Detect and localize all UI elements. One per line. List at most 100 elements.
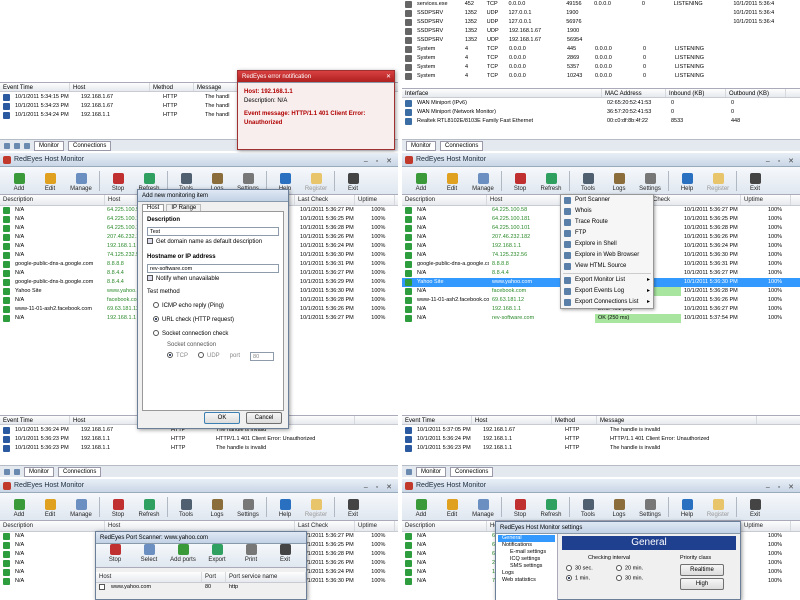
tab-monitor[interactable]: Monitor	[34, 140, 65, 151]
toolbar-stop-button[interactable]: Stop	[507, 494, 533, 520]
connection-row[interactable]: System 4 TCP 0.0.0.0 10243 0.0.0.0 0 LISTENING	[402, 72, 800, 81]
scanner-add-ports-button[interactable]: Add ports	[168, 543, 198, 565]
close-icon[interactable]: ✕	[386, 71, 391, 83]
toolbar-edit-button[interactable]: Edit	[37, 168, 63, 194]
menu-item-export-events-log[interactable]: Export Events Log ▸	[561, 286, 653, 297]
scanner-select-button[interactable]: Select	[134, 543, 164, 565]
toolbar-refresh-button[interactable]: Refresh	[538, 494, 564, 520]
col-uptime[interactable]: Uptime	[355, 521, 395, 531]
tab-connections[interactable]: Connections	[450, 466, 494, 477]
connection-row[interactable]: System 4 TCP 0.0.0.0 2869 0.0.0.0 0 LISTENING	[402, 54, 800, 63]
method-url-radio[interactable]: URL check (HTTP request)	[153, 316, 279, 325]
settings-tree-item[interactable]: E-mail settings	[498, 549, 555, 556]
menu-item-ftp[interactable]: FTP	[561, 228, 653, 239]
tab-monitor[interactable]: Monitor	[416, 466, 447, 477]
toolbar-refresh-button[interactable]: Refresh	[136, 494, 162, 520]
toolbar-stop-button[interactable]: Stop	[105, 168, 131, 194]
settings-tree-item[interactable]: Notifications	[498, 542, 555, 549]
toolbar-manage-button[interactable]: Manage	[68, 494, 94, 520]
col-description[interactable]: Description	[0, 195, 105, 205]
settings-tree-item[interactable]: SMS settings	[498, 563, 555, 570]
event-row[interactable]: 10/1/2011 5:36:23 PM 192.168.1.1 HTTP The h…	[402, 444, 800, 453]
port-scanner-row[interactable]: www.yahoo.com 80 http	[96, 583, 306, 592]
scanner-print-button[interactable]: Print	[236, 543, 266, 565]
toolbar-refresh-button[interactable]: Refresh	[538, 168, 564, 194]
priority-high[interactable]: High	[680, 578, 724, 590]
tab-ip-range[interactable]: IP Range	[166, 204, 202, 211]
toolbar-edit-button[interactable]: Edit	[439, 494, 465, 520]
scanner-export-button[interactable]: Export	[202, 543, 232, 565]
toolbar-manage-button[interactable]: Manage	[470, 494, 496, 520]
toolbar-logs-button[interactable]: Logs	[606, 494, 632, 520]
col-description[interactable]: Description	[0, 521, 105, 531]
toolbar-register-button[interactable]: Register	[705, 494, 731, 520]
event-row[interactable]: 10/1/2011 5:36:23 PM 192.168.1.1 HTTP HTTP/…	[0, 435, 398, 444]
priority-realtime[interactable]: Realtime	[680, 564, 724, 576]
toolbar-add-button[interactable]: Add	[6, 494, 32, 520]
connection-row[interactable]: System 4 TCP 0.0.0.0 445 0.0.0.0 0 LISTENING	[402, 45, 800, 54]
toolbar-manage-button[interactable]: Manage	[68, 168, 94, 194]
toolbar-stop-button[interactable]: Stop	[105, 494, 131, 520]
connection-row[interactable]: SSDPSRV 1352 UDP 127.0.0.1 56976 10/1/2011 5:…	[402, 18, 800, 27]
toolbar-help-button[interactable]: Help	[272, 494, 298, 520]
col-outbound[interactable]: Outbound (KB)	[726, 89, 786, 97]
interval-20m[interactable]: 20 min.	[616, 565, 666, 571]
toolbar-add-button[interactable]: Add	[6, 168, 32, 194]
col-event-time[interactable]: Event Time	[0, 83, 70, 91]
interval-30m[interactable]: 30 min.	[616, 575, 666, 582]
col-last-check[interactable]: Last Check	[295, 195, 355, 205]
toolbar-register-button[interactable]: Register	[303, 494, 329, 520]
toolbar-edit-button[interactable]: Edit	[37, 494, 63, 520]
col-mac[interactable]: MAC Address	[602, 89, 666, 97]
col-uptime[interactable]: Uptime	[741, 195, 791, 205]
toolbar-settings-button[interactable]: Settings	[637, 494, 663, 520]
window-controls[interactable]: – ▫ ✕	[364, 481, 395, 495]
col-last-check[interactable]: Last Check	[295, 521, 355, 531]
monitor-row[interactable]: N/A rev-software.com OK (250 ms) 10/1/2011 …	[402, 314, 800, 323]
tab-host[interactable]: Host	[142, 204, 165, 211]
event-row[interactable]: 10/1/2011 5:37:05 PM 192.168.1.67 HTTP The …	[402, 426, 800, 435]
toolbar-settings-button[interactable]: Settings	[235, 494, 261, 520]
cancel-button[interactable]: Cancel	[246, 412, 282, 424]
toolbar-register-button[interactable]: Register	[705, 168, 731, 194]
toolbar-exit-button[interactable]: Exit	[742, 168, 768, 194]
tcp-radio[interactable]: TCP	[167, 352, 188, 361]
col-host[interactable]: Host	[472, 416, 552, 424]
event-row[interactable]: 10/1/2011 5:36:24 PM 192.168.1.1 HTTP HTTP/…	[402, 435, 800, 444]
method-socket-radio[interactable]: Socket connection check	[153, 330, 279, 339]
toolbar-logs-button[interactable]: Logs	[606, 168, 632, 194]
col-method[interactable]: Method	[150, 83, 194, 91]
col-event-time[interactable]: Event Time	[402, 416, 472, 424]
col-uptime[interactable]: Uptime	[355, 195, 395, 205]
col-inbound[interactable]: Inbound (KB)	[666, 89, 726, 97]
settings-tree-item[interactable]: General	[498, 535, 555, 542]
tab-connections[interactable]: Connections	[68, 140, 112, 151]
col-message[interactable]: Message	[597, 416, 757, 424]
toolbar-tools-button[interactable]: Tools	[173, 494, 199, 520]
toolbar-add-button[interactable]: Add	[408, 168, 434, 194]
toolbar-add-button[interactable]: Add	[408, 494, 434, 520]
adapter-row[interactable]: WAN Miniport (IPv6) 02:65:20:52:41:53 0 0	[402, 99, 800, 108]
toolbar-exit-button[interactable]: Exit	[340, 494, 366, 520]
settings-tree-item[interactable]: ICQ settings	[498, 556, 555, 563]
menu-item-view-html-source[interactable]: View HTML Source	[561, 261, 653, 272]
toolbar-logs-button[interactable]: Logs	[204, 494, 230, 520]
toolbar-settings-button[interactable]: Settings	[637, 168, 663, 194]
tab-monitor[interactable]: Monitor	[406, 140, 437, 151]
udp-radio[interactable]: UDP	[198, 352, 220, 361]
tab-connections[interactable]: Connections	[58, 466, 102, 477]
col-service[interactable]: Port service name	[226, 572, 306, 582]
menu-item-export-monitor-list[interactable]: Export Monitor List ▸	[561, 275, 653, 286]
settings-tree-item[interactable]: Web statistics	[498, 577, 555, 584]
menu-item-trace-route[interactable]: Trace Route	[561, 217, 653, 228]
window-controls[interactable]: – ▫ ✕	[766, 481, 797, 495]
scanner-stop-button[interactable]: Stop	[100, 543, 130, 565]
port-field[interactable]: 80	[250, 352, 275, 361]
window-controls[interactable]: – ▫ ✕	[766, 155, 797, 169]
menu-item-port-scanner[interactable]: Port Scanner	[561, 195, 653, 206]
window-controls[interactable]: – ▫ ✕	[364, 155, 395, 169]
col-port[interactable]: Port	[202, 572, 226, 582]
connection-row[interactable]: SSDPSRV 1352 UDP 127.0.0.1 1900 10/1/2011 5:3…	[402, 9, 800, 18]
tab-connections[interactable]: Connections	[440, 140, 484, 151]
description-field[interactable]: Test	[147, 227, 279, 236]
